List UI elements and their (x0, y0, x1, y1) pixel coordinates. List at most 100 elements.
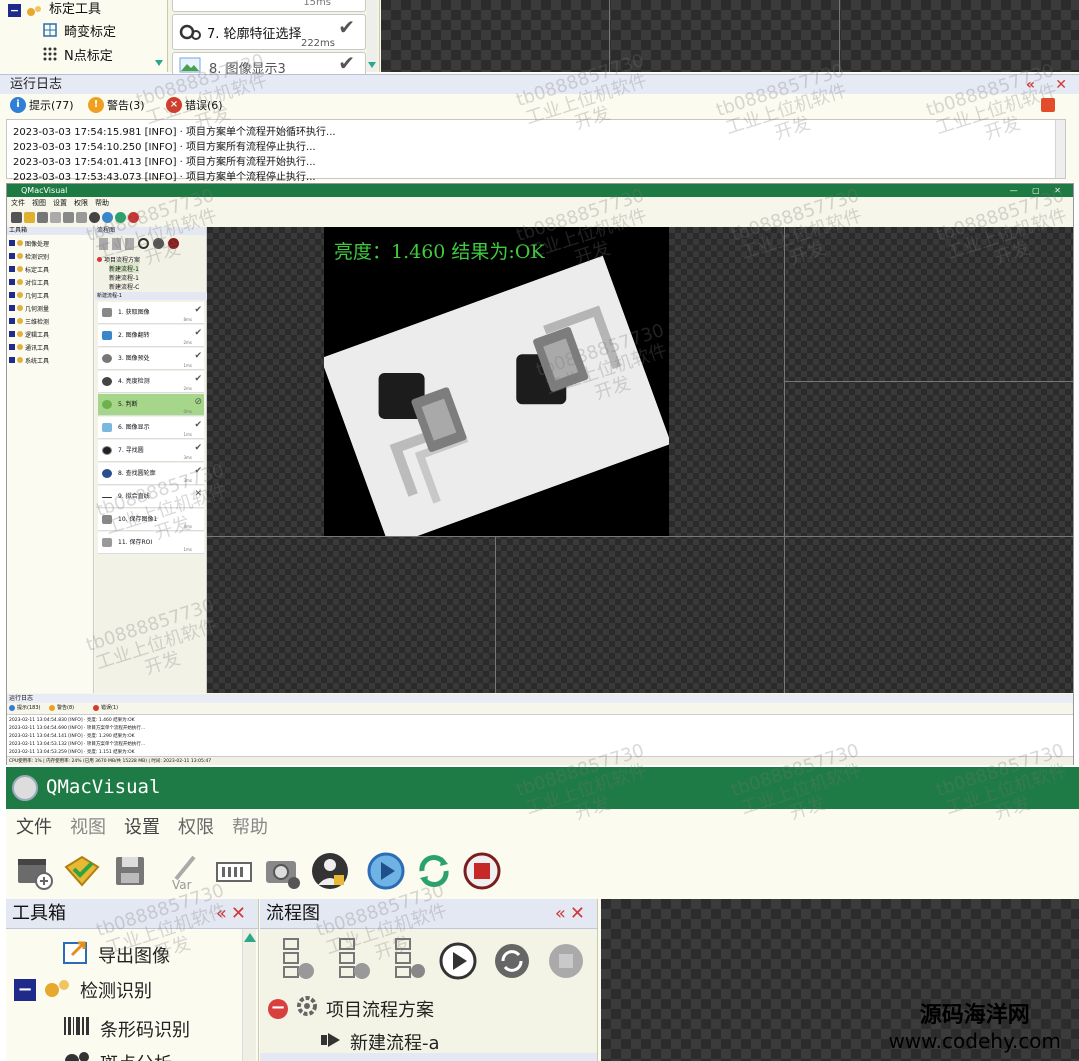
flow-step-card[interactable]: 11. 保存ROI 1ms (98, 532, 204, 554)
scroll-up-arrow-icon[interactable] (244, 933, 256, 942)
menu-view[interactable]: 视图 (32, 198, 46, 208)
window-controls[interactable]: — ▢ ✕ (1010, 184, 1067, 197)
run-loop-icon[interactable] (414, 851, 454, 891)
menu-file[interactable]: 文件 (11, 198, 25, 208)
add-flow-icon[interactable] (99, 238, 108, 250)
camera-icon[interactable] (76, 212, 87, 223)
open-project-icon[interactable] (24, 212, 35, 223)
close-icon[interactable]: ✕ (1055, 75, 1067, 95)
toolbox-group-calibration[interactable]: − 标定工具 (8, 0, 101, 20)
main-image-display[interactable]: 亮度：1.460 结果为:OK (324, 227, 669, 536)
flow-tree-root[interactable]: − 项目流程方案 (268, 995, 434, 1022)
toolbox-group[interactable]: 逻辑工具 (9, 329, 49, 339)
camera-settings-icon[interactable] (262, 851, 302, 891)
toolbox-group[interactable]: 通讯工具 (9, 342, 49, 352)
menu-file[interactable]: 文件 (16, 813, 52, 843)
loop-flow-icon[interactable] (492, 941, 532, 985)
mini-log-tab-warning[interactable]: 警告(8) (49, 704, 74, 711)
stop-icon[interactable] (128, 212, 139, 223)
menu-view[interactable]: 视图 (70, 813, 106, 843)
toolbox-group[interactable]: 几何测量 (9, 303, 49, 313)
toolbox-scrollbar[interactable] (242, 929, 256, 1061)
flow-step-card[interactable]: 10. 保存图像1 4ms (98, 509, 204, 531)
flow-step-card[interactable]: 6. 图像显示 1ms ✔ (98, 417, 204, 439)
flow-step-card[interactable]: 8. 图像显示3 ✔ (172, 51, 366, 77)
collapse-icon[interactable]: − (268, 998, 288, 1019)
open-project-icon[interactable] (62, 851, 102, 891)
toolbox-group[interactable]: 几何工具 (9, 290, 49, 300)
dock-arrows-icon[interactable]: « (1026, 75, 1035, 95)
menu-help[interactable]: 帮助 (95, 198, 109, 208)
flow-tree-item[interactable]: 新建流程-C (109, 281, 139, 291)
flow-step-card[interactable]: 9. 拟合直线 ✕ (98, 486, 204, 508)
new-project-icon[interactable] (11, 212, 22, 223)
toolbox-item-barcode[interactable]: 条形码识别 (62, 1015, 190, 1042)
collapse-icon[interactable]: − (8, 3, 21, 17)
run-flow-icon[interactable] (438, 941, 478, 985)
menu-settings[interactable]: 设置 (53, 198, 67, 208)
log-tab-info[interactable]: i 提示(77) (10, 97, 74, 113)
toolbox-item-npoint[interactable]: N点标定 (42, 47, 113, 67)
log-tab-warning[interactable]: ! 警告(3) (88, 97, 145, 113)
flow-step-card[interactable]: 7. 寻找圆 3ms ✔ (98, 440, 204, 462)
toolbox-group-detection[interactable]: − 检测识别 (14, 977, 152, 1003)
log-entry: 2023-02-11 13:04:54.830 [INFO] · 亮度: 1.4… (9, 718, 135, 723)
save-icon[interactable] (37, 212, 48, 223)
stop-flow-icon[interactable] (168, 238, 179, 249)
flow-scrollbar[interactable] (367, 0, 377, 72)
toolbox-group[interactable]: 检测识别 (9, 251, 49, 261)
log-tab-error[interactable]: × 错误(6) (166, 97, 223, 113)
save-icon[interactable] (110, 851, 150, 891)
scroll-down-arrow-icon[interactable] (368, 62, 376, 68)
variable-icon[interactable] (50, 212, 61, 223)
flow-tree-item[interactable]: 新建流程-a (320, 1029, 440, 1055)
log-scrollbar[interactable] (1055, 120, 1065, 178)
flow-step-card[interactable]: 1. 获取图像 8ms ✔ (98, 302, 204, 324)
flow-step-card[interactable]: 7. 轮廓特征选择 222ms ✔ (172, 14, 366, 50)
run-flow-icon[interactable] (138, 238, 149, 249)
mini-log-tab-info[interactable]: 提示(183) (9, 704, 40, 711)
new-project-icon[interactable] (14, 851, 54, 891)
run-once-icon[interactable] (366, 851, 406, 891)
remove-flow-icon[interactable] (112, 238, 121, 250)
io-card-icon[interactable] (214, 851, 254, 891)
toolbox-item-distortion[interactable]: 畸变标定 (42, 22, 116, 43)
stop-flow-icon[interactable] (546, 941, 586, 985)
loop-flow-icon[interactable] (153, 238, 164, 249)
panel-controls[interactable]: «✕ (555, 899, 589, 929)
toolbox-item-export-image[interactable]: 导出图像 (62, 939, 170, 970)
menu-help[interactable]: 帮助 (232, 813, 268, 843)
user-lock-icon[interactable] (89, 212, 100, 223)
flow-step-card-active[interactable]: 5. 判断 0ms ⊘ (98, 394, 204, 416)
clear-log-icon[interactable] (1041, 98, 1055, 112)
variable-icon[interactable]: Var (166, 851, 206, 892)
menu-permission[interactable]: 权限 (178, 813, 214, 843)
run-loop-icon[interactable] (115, 212, 126, 223)
toolbox-group[interactable]: 图像处理 (9, 238, 49, 248)
toolbox-group[interactable]: 系统工具 (9, 355, 49, 365)
mini-log-tab-error[interactable]: 错误(1) (93, 704, 118, 711)
user-permission-icon[interactable] (310, 851, 350, 891)
log-list: 2023-03-03 17:54:15.981 [INFO] · 项目方案单个流… (6, 119, 1066, 183)
toolbox-group[interactable]: 标定工具 (9, 264, 49, 274)
panel-controls[interactable]: «✕ (216, 899, 250, 929)
run-once-icon[interactable] (102, 212, 113, 223)
flow-step-card[interactable]: 2. 图像翻转 2ms ✔ (98, 325, 204, 347)
flow-step-card[interactable]: 3. 图像预处 1ms ✔ (98, 348, 204, 370)
flow-step-card[interactable]: 4. 亮度检测 2ms ✔ (98, 371, 204, 393)
toolbox-group[interactable]: 三维检测 (9, 316, 49, 326)
toolbox-group[interactable]: 对位工具 (9, 277, 49, 287)
scroll-down-arrow-icon[interactable] (155, 60, 163, 66)
flow-step-card[interactable]: 8. 查找圆轮廓 3ms ✔ (98, 463, 204, 485)
menu-permission[interactable]: 权限 (74, 198, 88, 208)
add-flow-icon[interactable] (280, 937, 316, 985)
io-card-icon[interactable] (63, 212, 74, 223)
menu-settings[interactable]: 设置 (124, 813, 160, 843)
flow-settings-icon[interactable] (125, 238, 134, 250)
stop-icon[interactable] (462, 851, 502, 891)
flow-step-card[interactable]: 15ms (172, 0, 366, 12)
toolbox-item-blob[interactable]: 斑点分析 (62, 1049, 172, 1061)
collapse-icon[interactable]: − (14, 979, 36, 1001)
remove-flow-icon[interactable] (336, 937, 372, 985)
flow-settings-icon[interactable] (392, 937, 428, 985)
